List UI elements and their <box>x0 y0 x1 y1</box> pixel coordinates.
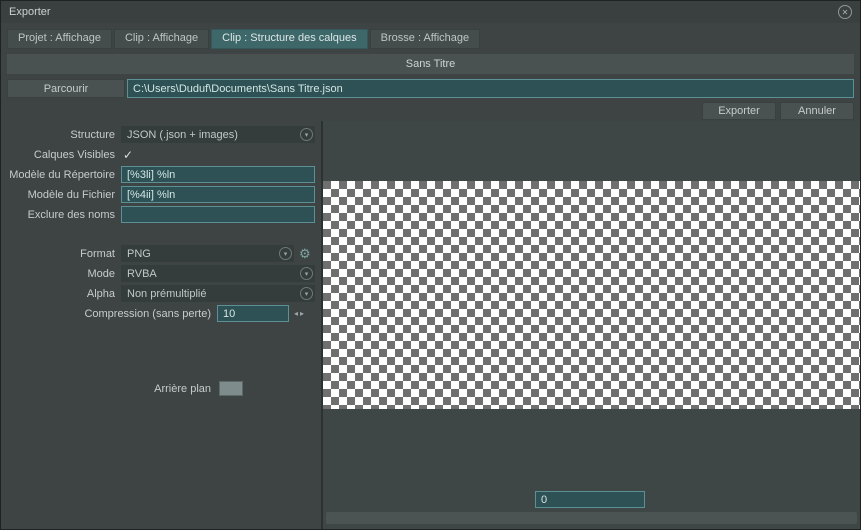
file-template-input[interactable] <box>121 186 315 203</box>
actions-row: Exporter Annuler <box>7 102 854 120</box>
chevron-down-icon: ▾ <box>300 287 313 300</box>
format-dropdown[interactable]: PNG ▾ <box>121 245 294 262</box>
alpha-label: Alpha <box>86 287 115 300</box>
compression-input[interactable] <box>217 305 289 322</box>
tab-clip-structure-des-calques[interactable]: Clip : Structure des calques <box>211 29 368 49</box>
exclude-names-row: Exclure des noms <box>1 206 315 223</box>
visible-layers-checkbox[interactable]: ✓ <box>121 148 135 162</box>
mode-dropdown[interactable]: RVBA ▾ <box>121 265 315 282</box>
browse-button[interactable]: Parcourir <box>7 79 125 98</box>
spin-right-icon: ▸ <box>300 309 306 318</box>
background-label: Arrière plan <box>154 382 211 395</box>
tab-projet-affichage[interactable]: Projet : Affichage <box>7 29 112 49</box>
chevron-down-icon: ▾ <box>300 267 313 280</box>
background-row: Arrière plan <box>1 380 315 397</box>
spin-left-icon: ◂ <box>294 309 300 318</box>
cancel-button[interactable]: Annuler <box>780 102 854 120</box>
horizontal-scrollbar[interactable] <box>326 512 857 524</box>
dir-template-row: Modèle du Répertoire <box>1 166 315 183</box>
structure-label: Structure <box>70 128 115 141</box>
options-panel: Structure JSON (.json + images) ▾ Calque… <box>1 121 321 529</box>
export-dialog: Exporter ✕ Projet : Affichage Clip : Aff… <box>0 0 861 530</box>
tab-bar: Projet : Affichage Clip : Affichage Clip… <box>1 23 860 49</box>
path-row: Parcourir <box>7 79 854 98</box>
export-button[interactable]: Exporter <box>702 102 776 120</box>
dir-template-input[interactable] <box>121 166 315 183</box>
preview-panel <box>323 121 860 529</box>
visible-layers-row: Calques Visibles ✓ <box>1 146 315 163</box>
compression-row: Compression (sans perte) ◂ ▸ <box>1 305 315 322</box>
tab-clip-affichage[interactable]: Clip : Affichage <box>113 29 210 49</box>
file-template-label: Modèle du Fichier <box>27 188 115 201</box>
format-label: Format <box>80 247 115 260</box>
dir-template-label: Modèle du Répertoire <box>9 168 115 181</box>
compression-label: Compression (sans perte) <box>84 307 211 320</box>
structure-dropdown[interactable]: JSON (.json + images) ▾ <box>121 126 315 143</box>
format-settings-gear-icon[interactable]: ⚙ <box>299 247 315 260</box>
file-template-row: Modèle du Fichier <box>1 186 315 203</box>
exclude-names-input[interactable] <box>121 206 315 223</box>
visible-layers-label: Calques Visibles <box>33 148 115 161</box>
background-color-swatch[interactable] <box>219 381 243 396</box>
preview-canvas[interactable] <box>323 181 860 409</box>
alpha-row: Alpha Non prémultiplié ▾ <box>1 285 315 302</box>
format-row: Format PNG ▾ ⚙ <box>1 245 315 262</box>
chevron-down-icon: ▾ <box>279 247 292 260</box>
tab-brosse-affichage[interactable]: Brosse : Affichage <box>369 29 481 49</box>
chevron-down-icon: ▾ <box>300 128 313 141</box>
mode-row: Mode RVBA ▾ <box>1 265 315 282</box>
mode-label: Mode <box>87 267 115 280</box>
path-input[interactable] <box>127 79 854 98</box>
window-title: Exporter <box>9 6 51 18</box>
close-icon[interactable]: ✕ <box>838 5 852 19</box>
dialog-body: Structure JSON (.json + images) ▾ Calque… <box>1 121 860 529</box>
title-bar: Exporter ✕ <box>1 1 860 23</box>
alpha-dropdown[interactable]: Non prémultiplié ▾ <box>121 285 315 302</box>
frame-input[interactable] <box>535 491 645 508</box>
exclude-names-label: Exclure des noms <box>27 208 115 221</box>
check-icon: ✓ <box>122 147 134 162</box>
document-title: Sans Titre <box>7 54 854 74</box>
structure-row: Structure JSON (.json + images) ▾ <box>1 126 315 143</box>
compression-spinner[interactable]: ◂ ▸ <box>294 309 305 318</box>
